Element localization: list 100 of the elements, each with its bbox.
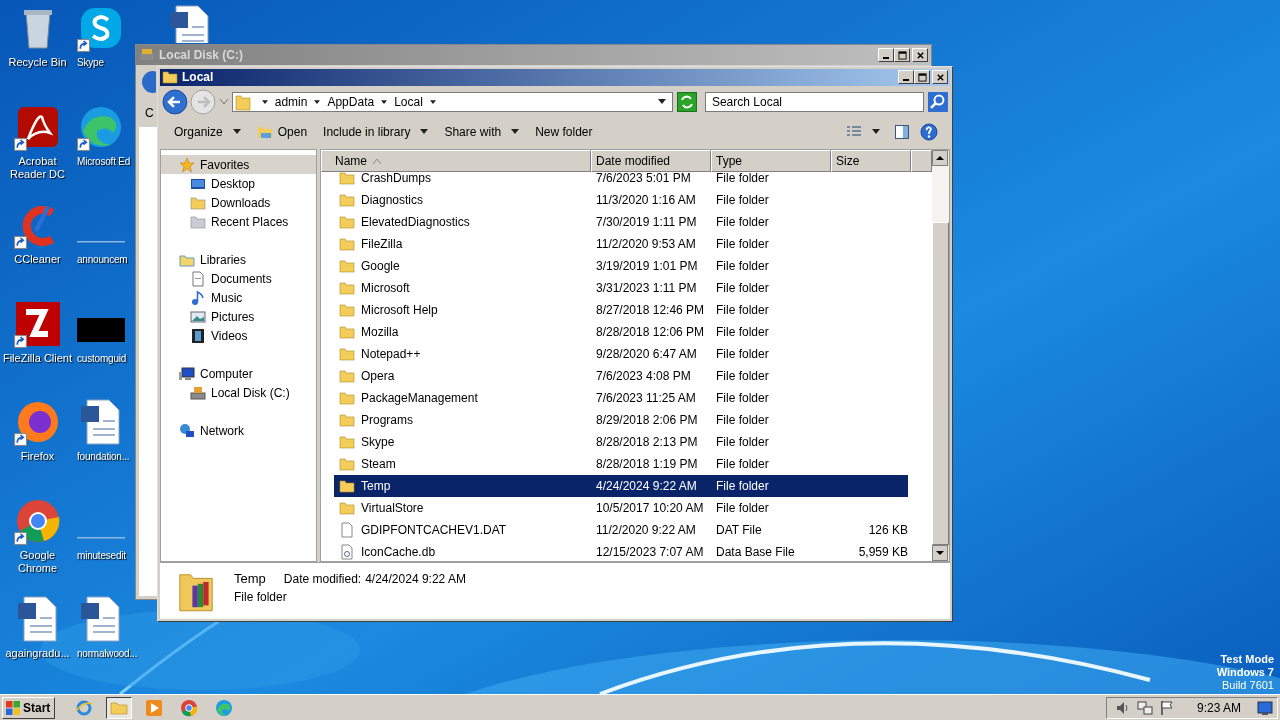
- scrollbar-thumb[interactable]: [932, 222, 949, 545]
- flag-icon[interactable]: [1158, 699, 1175, 716]
- desktop-icon-label[interactable]: Microsoft Ed: [77, 154, 131, 168]
- folder-icon: [339, 302, 355, 318]
- file-row[interactable]: CrashDumps 7/6/2023 5:01 PM File folder: [334, 172, 908, 189]
- toolbar-button[interactable]: Share with: [436, 119, 528, 144]
- address-field[interactable]: admin AppData Local: [231, 91, 673, 112]
- file-type: File folder: [715, 259, 770, 273]
- desktop-icon-label[interactable]: Google Chrome: [0, 548, 75, 575]
- desktop-icon-label[interactable]: Firefox: [20, 450, 55, 463]
- file-row[interactable]: Google 3/19/2019 1:01 PM File folder: [334, 255, 908, 277]
- breadcrumb[interactable]: AppData: [327, 94, 375, 109]
- file-row[interactable]: Steam 8/28/2018 1:19 PM File folder: [334, 453, 908, 475]
- toolbar-button[interactable]: Open: [248, 119, 316, 144]
- date-modified: 9/28/2020 6:47 AM: [595, 347, 698, 361]
- file-name: Skype: [361, 435, 395, 449]
- desktop-icon-label[interactable]: Acrobat Reader DC: [0, 154, 75, 181]
- close-button[interactable]: [912, 48, 928, 62]
- taskbar-button[interactable]: [106, 696, 133, 719]
- desktop-icon-label[interactable]: Skype: [77, 56, 104, 69]
- shortcut-arrow-icon: [13, 137, 27, 151]
- file-row[interactable]: PackageManagement 7/6/2023 11:25 AM File folder: [334, 387, 908, 409]
- nav-item[interactable]: Documents: [161, 269, 316, 288]
- nav-item[interactable]: Music: [161, 288, 316, 307]
- toolbar-button[interactable]: Include in library: [315, 119, 437, 144]
- file-row[interactable]: Diagnostics 11/3/2020 1:16 AM File folder: [334, 189, 908, 211]
- caret-icon[interactable]: [381, 99, 388, 104]
- nav-item[interactable]: Favorites: [161, 155, 316, 174]
- search-field[interactable]: Search Local: [704, 91, 925, 112]
- file-row[interactable]: Mozilla 8/28/2018 12:06 PM File folder: [334, 321, 908, 343]
- date-modified: 7/30/2019 1:11 PM: [595, 215, 698, 229]
- desktop-icon-label[interactable]: Recycle Bin: [8, 56, 67, 69]
- film-icon: [190, 327, 206, 344]
- column-header[interactable]: Type: [711, 150, 831, 172]
- file-row[interactable]: Skype 8/28/2018 2:13 PM File folder: [334, 431, 908, 453]
- file-row[interactable]: VirtualStore 10/5/2017 10:20 AM File folder: [334, 497, 908, 519]
- nav-item[interactable]: Downloads: [161, 193, 316, 212]
- caret-icon[interactable]: [429, 99, 436, 104]
- nav-item[interactable]: Videos: [161, 326, 316, 345]
- desktop-icon-label[interactable]: customguid: [77, 351, 127, 365]
- caret-icon[interactable]: [261, 99, 268, 104]
- file-type: File folder: [715, 457, 770, 471]
- file-row[interactable]: GDIPFONTCACHEV1.DAT 11/2/2020 9:22 AM DAT File 126 KB: [334, 519, 908, 541]
- nav-item[interactable]: Recent Places: [161, 212, 316, 231]
- show-desktop-icon[interactable]: [1257, 699, 1273, 716]
- desktop-icon-label[interactable]: minutesedit: [77, 548, 126, 562]
- back-button[interactable]: [162, 88, 188, 115]
- toolbar-button[interactable]: New folder: [527, 119, 601, 144]
- scroll-up-button[interactable]: [932, 150, 948, 166]
- clock[interactable]: 9:23 AM: [1196, 700, 1241, 715]
- file-row[interactable]: Opera 7/6/2023 4:08 PM File folder: [334, 365, 908, 387]
- nav-item[interactable]: Network: [161, 421, 316, 440]
- help-icon[interactable]: [920, 122, 938, 141]
- toolbar-button[interactable]: Organize: [166, 119, 249, 144]
- scrollbar[interactable]: [932, 150, 949, 561]
- breadcrumb[interactable]: admin: [274, 94, 308, 109]
- column-header[interactable]: Name: [321, 150, 591, 172]
- close-button[interactable]: [932, 70, 948, 85]
- column-header[interactable]: Date modified: [591, 150, 711, 172]
- minimize-button[interactable]: [898, 70, 914, 85]
- breadcrumb[interactable]: Local: [394, 94, 423, 109]
- desktop-icon-label[interactable]: announcem: [77, 253, 128, 266]
- drive-icon: [139, 47, 155, 63]
- folder-icon: [339, 280, 355, 296]
- nav-item[interactable]: Computer: [161, 364, 316, 383]
- maximize-button[interactable]: [914, 70, 930, 85]
- preview-pane-icon[interactable]: [894, 123, 910, 140]
- network-icon[interactable]: [1136, 699, 1153, 716]
- file-row[interactable]: FileZilla 11/2/2020 9:53 AM File folder: [334, 233, 908, 255]
- caret-icon[interactable]: [872, 129, 880, 135]
- dropdown-caret-icon[interactable]: [658, 99, 666, 105]
- nav-item[interactable]: Libraries: [161, 250, 316, 269]
- column-header[interactable]: Size: [831, 150, 911, 172]
- file-name: GDIPFONTCACHEV1.DAT: [361, 523, 507, 537]
- file-row[interactable]: Microsoft Help 8/27/2018 12:46 PM File folder: [334, 299, 908, 321]
- desktop-icon-label[interactable]: CCleaner: [14, 253, 61, 266]
- file-row[interactable]: Microsoft 3/31/2023 1:11 PM File folder: [334, 277, 908, 299]
- nav-item[interactable]: Pictures: [161, 307, 316, 326]
- maximize-button[interactable]: [894, 48, 910, 62]
- desktop-icon-label[interactable]: foundation...: [77, 450, 130, 463]
- scroll-down-button[interactable]: [932, 545, 948, 561]
- file-row[interactable]: Notepad++ 9/28/2020 6:47 AM File folder: [334, 343, 908, 365]
- star-icon: [179, 156, 195, 173]
- file-row[interactable]: ElevatedDiagnostics 7/30/2019 1:11 PM File folder: [334, 211, 908, 233]
- folder-icon: [339, 192, 355, 208]
- nav-item[interactable]: Desktop: [161, 174, 316, 193]
- desktop-icon-label[interactable]: againgradu...: [5, 647, 70, 660]
- file-row[interactable]: IconCache.db 12/15/2023 7:07 AM Data Base File 5,959 KB: [334, 541, 908, 561]
- date-modified: 8/27/2018 12:46 PM: [595, 303, 706, 317]
- desktop-icon-label[interactable]: FileZilla Client: [2, 351, 73, 365]
- date-modified: 4/24/2024 9:22 AM: [595, 479, 698, 493]
- search-icon[interactable]: [928, 91, 948, 112]
- back-button[interactable]: [141, 70, 156, 94]
- refresh-button[interactable]: [677, 91, 697, 112]
- minimize-button[interactable]: [878, 48, 894, 62]
- nav-item[interactable]: Local Disk (C:): [161, 383, 316, 402]
- start-button[interactable]: Start: [2, 696, 56, 719]
- file-row[interactable]: Temp 4/24/2024 9:22 AM File folder: [334, 475, 908, 497]
- file-row[interactable]: Programs 8/29/2018 2:06 PM File folder: [334, 409, 908, 431]
- caret-icon[interactable]: [314, 99, 321, 104]
